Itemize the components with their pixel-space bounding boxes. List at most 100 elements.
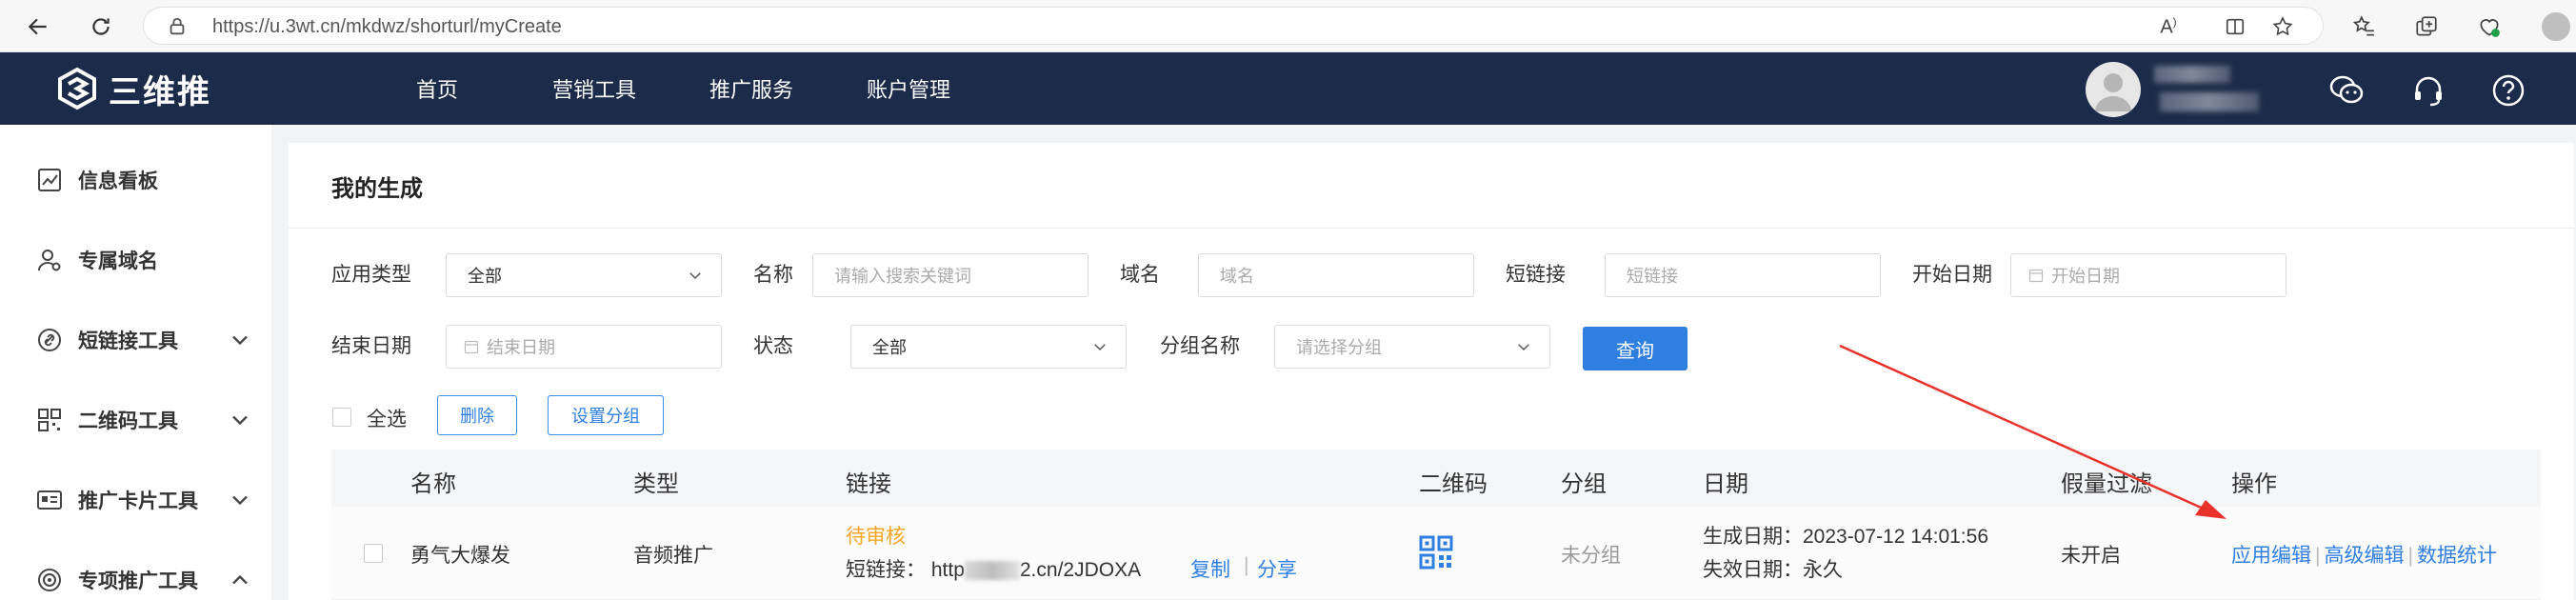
advanced-edit-link[interactable]: 高级编辑 [2324, 545, 2404, 567]
table-row: 勇气大爆发 音频推广 待审核 短链接： http 2.cn/2JDOXA 复制 |… [331, 507, 2541, 600]
back-icon[interactable] [19, 8, 57, 46]
reader-mode-icon[interactable] [2220, 11, 2250, 42]
chevron-down-icon[interactable] [227, 407, 253, 433]
select-all-checkbox[interactable] [332, 408, 351, 427]
wechat-icon[interactable] [2326, 70, 2367, 111]
nav-promotion-services[interactable]: 推广服务 [709, 73, 793, 104]
qrcode-icon[interactable] [1419, 535, 1453, 574]
nav-account-management[interactable]: 账户管理 [867, 73, 950, 104]
data-stats-link[interactable]: 数据统计 [2417, 545, 2497, 567]
chevron-down-icon [1518, 344, 1529, 351]
sidebar-item-qrcode-tools[interactable]: 二维码工具 [34, 401, 253, 439]
row-created-date: 生成日期：2023-07-12 14:01:56 [1703, 521, 1988, 550]
column-header-name: 名称 [410, 471, 456, 497]
copy-link[interactable]: 复制 [1190, 554, 1230, 583]
short-link-suffix[interactable]: 2.cn/2JDOXA [1020, 559, 1141, 581]
qrcode-icon [34, 405, 65, 435]
nav-home[interactable]: 首页 [416, 73, 458, 104]
column-header-group: 分组 [1561, 471, 1607, 497]
short-link-label: 短链接： [846, 559, 926, 581]
target-icon [34, 565, 65, 595]
profile-avatar-icon[interactable] [2537, 11, 2575, 42]
share-link[interactable]: 分享 [1257, 554, 1297, 583]
collections-icon[interactable] [2411, 11, 2442, 42]
sidebar-item-special-promo-tools[interactable]: 专项推广工具 [34, 561, 253, 599]
sidebar: 信息看板 专属域名 短链接工具 二维码工具 推广卡片工具 专项推广工具 [0, 125, 271, 600]
short-link-placeholder: 短链接 [1627, 267, 1678, 286]
domain-label: 域名 [1120, 264, 1160, 286]
favorite-star-icon[interactable] [2267, 11, 2298, 42]
sidebar-item-custom-domain[interactable]: 专属域名 [34, 241, 253, 279]
sidebar-item-promo-card-tools[interactable]: 推广卡片工具 [34, 481, 253, 519]
headset-icon[interactable] [2407, 70, 2449, 111]
chevron-down-icon[interactable] [227, 327, 253, 353]
name-label: 名称 [753, 264, 793, 286]
start-date-input[interactable]: 开始日期 [2010, 253, 2286, 297]
row-type: 音频推广 [633, 545, 713, 567]
sidebar-item-label: 二维码工具 [78, 410, 178, 432]
main-content: 我的生成 应用类型 全部 名称 请输入搜索关键词 域名 域名 短链接 短链接 开… [289, 143, 2574, 600]
logo-text: 三维推 [109, 73, 211, 110]
address-bar[interactable]: https://u.3wt.cn/mkdwz/shorturl/myCreate… [143, 7, 2324, 45]
short-link-input[interactable]: 短链接 [1605, 253, 1881, 297]
status-select[interactable]: 全部 [850, 325, 1127, 369]
calendar-icon [464, 340, 479, 354]
chart-icon [34, 165, 65, 195]
sidebar-item-dashboard[interactable]: 信息看板 [34, 161, 253, 199]
status-label: 状态 [753, 335, 793, 357]
link-icon [34, 325, 65, 355]
logo-icon [58, 67, 96, 110]
query-button[interactable]: 查询 [1583, 327, 1687, 370]
favorites-list-icon[interactable] [2348, 11, 2379, 42]
start-date-placeholder: 开始日期 [2051, 267, 2120, 286]
app-type-label: 应用类型 [331, 264, 411, 286]
column-header-fake-filter: 假量过滤 [2061, 471, 2152, 497]
reload-icon[interactable] [82, 8, 120, 46]
browser-essentials-icon[interactable] [2474, 11, 2505, 42]
row-name: 勇气大爆发 [410, 545, 510, 567]
domain-input[interactable]: 域名 [1198, 253, 1474, 297]
row-expire-date: 失效日期：永久 [1703, 554, 1843, 583]
set-group-button[interactable]: 设置分组 [548, 395, 664, 435]
lock-icon[interactable] [167, 16, 188, 42]
end-date-input[interactable]: 结束日期 [446, 325, 722, 369]
app-edit-link[interactable]: 应用编辑 [2231, 545, 2311, 567]
avatar[interactable] [2086, 62, 2141, 117]
help-icon[interactable] [2487, 70, 2529, 111]
username-redacted [2154, 66, 2230, 83]
card-icon [34, 485, 65, 515]
row-group: 未分组 [1561, 545, 1621, 567]
read-aloud-icon[interactable]: A) [2153, 11, 2184, 42]
chevron-up-icon[interactable] [227, 567, 253, 593]
select-all-label[interactable]: 全选 [367, 404, 407, 432]
sidebar-item-short-link-tools[interactable]: 短链接工具 [34, 321, 253, 359]
url-text[interactable]: https://u.3wt.cn/mkdwz/shorturl/myCreate [212, 16, 562, 38]
app-type-select[interactable]: 全部 [446, 253, 722, 297]
group-select[interactable]: 请选择分组 [1274, 325, 1550, 369]
delete-button[interactable]: 删除 [437, 395, 517, 435]
status-value: 全部 [872, 338, 907, 357]
group-label: 分组名称 [1160, 335, 1240, 357]
app-type-value: 全部 [468, 267, 502, 286]
separator: | [1244, 554, 1249, 576]
sidebar-item-label: 短链接工具 [78, 330, 178, 352]
column-header-qrcode: 二维码 [1419, 471, 1488, 497]
row-checkbox[interactable] [364, 544, 383, 563]
chevron-down-icon [689, 272, 701, 280]
calendar-icon [2028, 269, 2044, 283]
nav-marketing-tools[interactable]: 营销工具 [552, 73, 636, 104]
name-input[interactable]: 请输入搜索关键词 [812, 253, 1088, 297]
chevron-down-icon [1094, 344, 1106, 351]
domain-placeholder: 域名 [1220, 267, 1254, 286]
short-link-prefix[interactable]: http [931, 559, 965, 581]
end-date-label: 结束日期 [331, 335, 411, 357]
logo[interactable]: 三维推 [55, 64, 211, 113]
expire-label: 失效日期： [1703, 559, 1803, 581]
row-actions: 应用编辑 | 高级编辑 | 数据统计 [2231, 540, 2497, 569]
separator: | [2315, 545, 2321, 567]
chevron-down-icon[interactable] [227, 487, 253, 513]
column-header-actions: 操作 [2231, 471, 2277, 497]
row-status: 待审核 [846, 526, 906, 548]
short-link-label: 短链接 [1506, 264, 1566, 286]
sidebar-item-label: 推广卡片工具 [78, 490, 198, 512]
